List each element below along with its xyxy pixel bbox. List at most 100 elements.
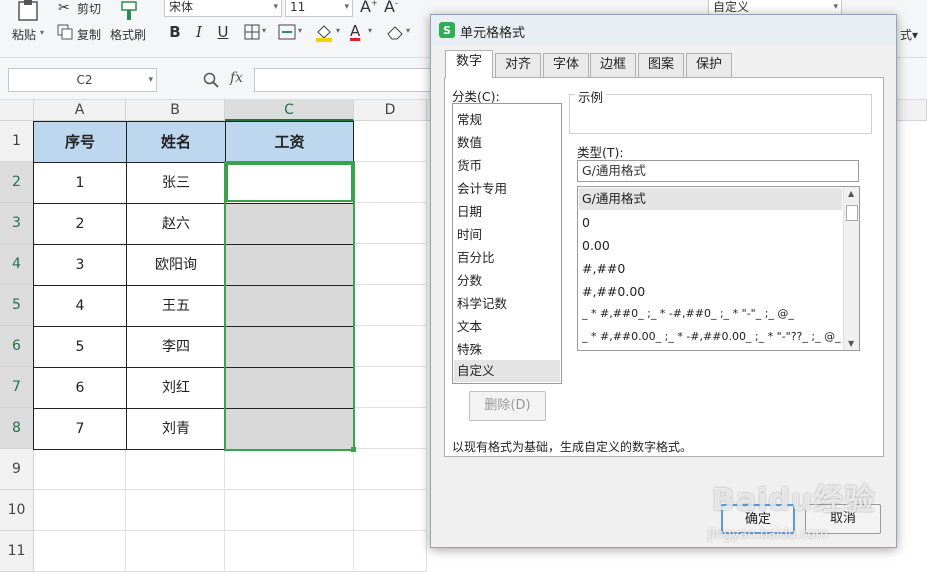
select-all-corner[interactable] [0,100,34,121]
fx-icon[interactable]: fx [230,70,243,86]
table-cell-salary[interactable] [225,367,354,409]
bold-button[interactable]: B [166,22,184,42]
table-cell-no[interactable]: 4 [33,285,127,327]
row-header[interactable]: 7 [0,367,34,408]
category-item[interactable]: 会计专用 [457,178,507,197]
grid-cell[interactable] [126,449,225,490]
row-header[interactable]: 1 [0,121,34,162]
eraser-icon[interactable] [386,24,404,40]
font-color-icon[interactable]: A [350,22,360,40]
row-header[interactable]: 8 [0,408,34,449]
row-header[interactable]: 10 [0,490,34,531]
table-cell-salary[interactable] [225,285,354,327]
column-header[interactable]: C [225,100,354,121]
type-item[interactable]: #,##0 [582,261,625,276]
column-header[interactable]: A [34,100,126,121]
grid-cell[interactable] [354,531,427,572]
category-item[interactable]: 货币 [457,155,482,174]
fill-handle[interactable] [351,447,356,452]
grid-cell[interactable] [354,121,427,162]
tab-number[interactable]: 数字 [445,50,493,78]
row-header[interactable]: 6 [0,326,34,367]
tab-border[interactable]: 边框 [590,53,636,77]
category-item[interactable]: 科学记数 [457,293,507,312]
type-item-selected[interactable]: G/通用格式 [579,188,842,210]
table-cell-salary[interactable] [225,203,354,245]
tab-font[interactable]: 字体 [543,53,589,77]
type-item[interactable]: 0 [582,215,590,230]
grid-cell[interactable] [354,367,427,408]
table-cell-name[interactable]: 赵六 [126,203,226,245]
grid-cell[interactable] [34,490,126,531]
category-item[interactable]: 百分比 [457,247,495,266]
type-item[interactable]: _ * #,##0.00_ ;_ * -#,##0.00_ ;_ * "-"??… [582,330,844,343]
grid-cell[interactable] [225,490,354,531]
row-header[interactable]: 2 [0,162,34,203]
row-header[interactable]: 3 [0,203,34,244]
table-cell-no[interactable]: 3 [33,244,127,286]
table-header-cell[interactable]: 序号 [33,121,127,163]
delete-button[interactable]: 删除(D) [469,391,546,421]
category-item[interactable]: 常规 [457,109,482,128]
grid-cell[interactable] [34,449,126,490]
italic-button[interactable]: I [190,22,208,42]
paste-dropdown-icon[interactable]: ▾ [40,28,44,37]
type-item[interactable]: 0.00 [582,238,610,253]
grid-cell[interactable] [354,203,427,244]
type-input[interactable]: G/通用格式 [577,160,859,182]
border-icon[interactable] [244,24,260,40]
tab-pattern[interactable]: 图案 [638,53,684,77]
grid-cell[interactable] [354,326,427,367]
table-cell-no[interactable]: 6 [33,367,127,409]
fill-color-icon[interactable] [314,22,334,42]
chevron-down-icon[interactable]: ▾ [262,26,266,35]
font-name-select[interactable]: 宋体 ▾ [164,0,282,17]
grid-cell[interactable] [34,531,126,572]
name-box[interactable]: C2 ▾ [8,68,157,92]
underline-button[interactable]: U [214,22,232,42]
grid-cell[interactable] [126,531,225,572]
chevron-down-icon[interactable]: ▾ [298,26,302,35]
increase-font-icon[interactable]: A+ [360,0,378,16]
chevron-down-icon[interactable]: ▾ [336,26,340,35]
category-list[interactable]: 常规 数值 货币 会计专用 日期 时间 百分比 分数 科学记数 文本 特殊 自定… [452,103,562,384]
type-item[interactable]: #,##0.00 [582,284,645,299]
table-cell-salary[interactable] [225,244,354,286]
row-header[interactable]: 11 [0,531,34,572]
dialog-titlebar[interactable]: S 单元格格式 [431,15,896,45]
category-item[interactable]: 时间 [457,224,482,243]
font-size-select[interactable]: 11 ▾ [285,0,353,17]
category-item[interactable]: 数值 [457,132,482,151]
type-item[interactable]: _ * #,##0_ ;_ * -#,##0_ ;_ * "-"_ ;_ @_ [582,307,844,320]
category-item-selected[interactable]: 自定义 [454,360,560,382]
decrease-font-icon[interactable]: A- [384,0,398,16]
formula-input[interactable] [254,68,454,92]
category-item[interactable]: 特殊 [457,339,482,358]
table-cell-name[interactable]: 刘红 [126,367,226,409]
category-item[interactable]: 日期 [457,201,482,220]
row-header[interactable]: 5 [0,285,34,326]
column-header[interactable]: D [354,100,427,121]
table-cell-no[interactable]: 5 [33,326,127,368]
paste-button[interactable]: 粘贴 [12,26,36,43]
scrollbar-thumb[interactable] [846,205,858,221]
table-cell-name[interactable]: 欧阳询 [126,244,226,286]
cut-button[interactable]: 剪切 [77,0,101,17]
grid-cell[interactable] [354,162,427,203]
scroll-up-icon[interactable]: ▲ [848,189,854,198]
table-header-cell[interactable]: 姓名 [126,121,226,163]
grid-cell[interactable] [126,490,225,531]
paste-icon[interactable] [16,0,42,22]
grid-cell[interactable] [225,531,354,572]
copy-button[interactable]: 复制 [77,26,101,43]
type-list-scrollbar[interactable]: ▲ ▼ [843,187,859,350]
table-cell-salary[interactable] [225,326,354,368]
table-cell-name[interactable]: 刘青 [126,408,226,450]
merge-icon[interactable] [278,24,296,40]
scroll-down-icon[interactable]: ▼ [848,339,854,348]
chevron-down-icon[interactable]: ▾ [406,26,410,35]
table-cell-salary[interactable] [225,408,354,450]
row-header[interactable]: 9 [0,449,34,490]
table-cell-name[interactable]: 王五 [126,285,226,327]
table-cell-no[interactable]: 7 [33,408,127,450]
